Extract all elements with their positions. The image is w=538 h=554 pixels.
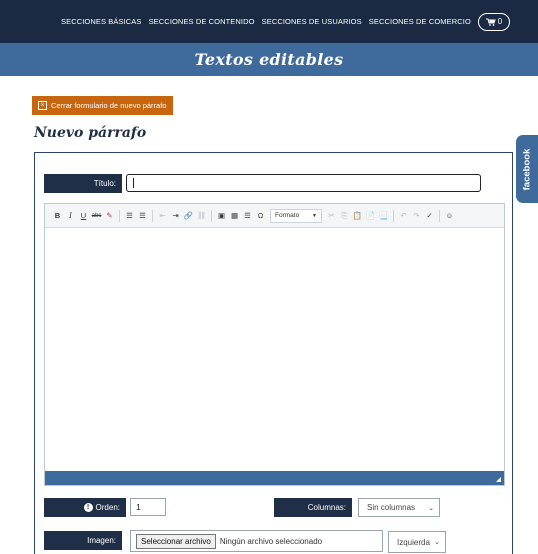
- image-label: Imagen:: [44, 531, 122, 550]
- close-form-button[interactable]: × Cerrar formulario de nuevo párrafo: [32, 96, 174, 115]
- order-input[interactable]: 1: [130, 498, 166, 516]
- order-label-box: ! Orden:: [44, 498, 126, 517]
- redo-icon[interactable]: ↷: [410, 209, 423, 223]
- columns-label: Columnas:: [274, 498, 352, 517]
- editor-content-area[interactable]: [45, 228, 504, 473]
- file-status: Ningún archivo seleccionado: [219, 536, 323, 546]
- page-banner: Textos editables: [0, 43, 538, 76]
- close-box-icon: ×: [38, 101, 47, 110]
- undo-icon[interactable]: ↶: [397, 209, 410, 223]
- numbered-list-icon[interactable]: ☰: [123, 209, 136, 223]
- image-icon[interactable]: ▣: [215, 209, 228, 223]
- toolbar-separator: [439, 209, 440, 222]
- paste-word-icon[interactable]: 📃: [377, 209, 390, 223]
- page-title: Textos editables: [194, 50, 344, 69]
- facebook-tab[interactable]: facebook: [516, 135, 538, 203]
- format-dropdown[interactable]: Formato ▼: [270, 208, 322, 223]
- italic-icon[interactable]: I: [64, 209, 77, 223]
- toolbar-separator: [119, 209, 120, 222]
- nav-item-secciones-contenido[interactable]: SECCIONES DE CONTENIDO: [149, 17, 255, 26]
- smiley-icon[interactable]: ☺: [443, 209, 456, 223]
- nav-item-secciones-basicas[interactable]: SECCIONES BÁSICAS: [61, 17, 141, 26]
- cart-count: 0: [497, 17, 503, 26]
- image-file-input: Seleccionar archivo Ningún archivo selec…: [130, 530, 383, 552]
- paste-text-icon[interactable]: 📄: [364, 209, 377, 223]
- columns-value: Sin columnas: [367, 503, 416, 512]
- unlink-icon[interactable]: ⛓: [195, 209, 208, 223]
- nav-item-secciones-comercio[interactable]: SECCIONES DE COMERCIO: [369, 17, 471, 26]
- columns-select[interactable]: Sin columnas ⌄: [358, 498, 440, 517]
- select-file-button[interactable]: Seleccionar archivo: [136, 533, 216, 549]
- order-label: Orden:: [95, 503, 120, 512]
- copy-icon[interactable]: ⎘: [338, 209, 351, 223]
- resize-grip-icon[interactable]: [496, 477, 501, 482]
- close-form-label: Cerrar formulario de nuevo párrafo: [51, 101, 167, 110]
- outdent-icon[interactable]: ⇤: [156, 209, 169, 223]
- special-char-icon[interactable]: Ω: [254, 209, 267, 223]
- bold-icon[interactable]: B: [51, 209, 64, 223]
- indent-icon[interactable]: ⇥: [169, 209, 182, 223]
- format-label: Formato: [275, 212, 300, 219]
- info-icon: !: [83, 503, 93, 512]
- align-select[interactable]: Izquierda ⌄: [388, 531, 446, 553]
- link-icon[interactable]: 🔗: [182, 209, 195, 223]
- title-label: Título:: [44, 174, 122, 193]
- section-title: Nuevo párrafo: [34, 125, 147, 141]
- cut-icon[interactable]: ✂: [325, 209, 338, 223]
- align-value: Izquierda: [397, 537, 430, 547]
- underline-icon[interactable]: U: [77, 209, 90, 223]
- strikethrough-icon[interactable]: abc: [90, 209, 103, 223]
- toolbar-separator: [211, 209, 212, 222]
- spellcheck-icon[interactable]: ✓: [423, 209, 436, 223]
- horizontal-line-icon[interactable]: ☰: [241, 209, 254, 223]
- cart-icon: [485, 18, 496, 26]
- editor-toolbar: B I U abc ✎ ☰ ☰ ⇤ ⇥ 🔗 ⛓ ▣ ▦ ☰ Ω Formato …: [45, 204, 504, 228]
- bulleted-list-icon[interactable]: ☰: [136, 209, 149, 223]
- table-icon[interactable]: ▦: [228, 209, 241, 223]
- editor-statusbar: [45, 471, 504, 485]
- rich-text-editor: B I U abc ✎ ☰ ☰ ⇤ ⇥ 🔗 ⛓ ▣ ▦ ☰ Ω Formato …: [44, 203, 505, 486]
- toolbar-separator: [393, 209, 394, 222]
- cart-button[interactable]: 0: [478, 12, 510, 31]
- title-input[interactable]: [126, 174, 481, 192]
- chevron-down-icon: ▼: [312, 212, 317, 219]
- top-navigation: SECCIONES BÁSICAS SECCIONES DE CONTENIDO…: [0, 0, 538, 43]
- facebook-label: facebook: [521, 148, 533, 190]
- remove-format-icon[interactable]: ✎: [103, 209, 116, 223]
- paste-icon[interactable]: 📋: [351, 209, 364, 223]
- nav-item-secciones-usuarios[interactable]: SECCIONES DE USUARIOS: [262, 17, 362, 26]
- chevron-down-icon: ⌄: [428, 504, 434, 512]
- toolbar-separator: [152, 209, 153, 222]
- chevron-down-icon: ⌄: [434, 539, 440, 546]
